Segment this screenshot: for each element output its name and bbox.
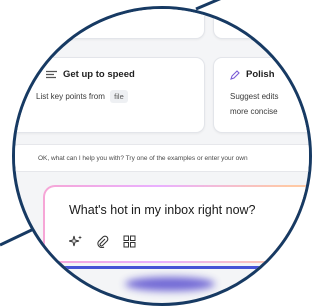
- card-body-line-1: Suggest edits: [230, 92, 279, 101]
- card-body-text: List key points from: [36, 92, 105, 101]
- composer-inner: What's hot in my inbox right now?: [45, 187, 309, 261]
- card-header: Polish: [230, 69, 275, 80]
- sparkle-icon[interactable]: [69, 235, 82, 248]
- pen-icon: [230, 69, 240, 80]
- list-icon: [46, 70, 57, 79]
- attach-icon[interactable]: [96, 235, 109, 248]
- bottom-glow: [125, 277, 215, 291]
- card-title: Get up to speed: [63, 69, 135, 80]
- suggestion-card-polish[interactable]: Polish Suggest edits more concise: [213, 57, 309, 133]
- file-chip[interactable]: file: [110, 90, 128, 103]
- card-body: Suggest edits more concise: [230, 89, 278, 119]
- suggestion-card-top-left[interactable]: [33, 9, 205, 39]
- prompt-composer[interactable]: What's hot in my inbox right now?: [43, 185, 309, 263]
- card-header: Get up to speed: [46, 69, 135, 80]
- hint-banner: OK, what can I help you with? Try one of…: [15, 144, 309, 172]
- grid-add-icon[interactable]: [123, 235, 136, 248]
- card-title: Polish: [246, 69, 275, 80]
- composer-toolbar: [69, 235, 136, 248]
- prompt-input[interactable]: What's hot in my inbox right now?: [69, 203, 256, 217]
- card-body-line-2: more concise: [230, 107, 278, 116]
- magnifier-lens: Get up to speed List key points from fil…: [12, 6, 312, 306]
- composer-accent-bar: [49, 266, 309, 269]
- card-body: List key points from file: [36, 89, 128, 104]
- suggestion-card-top-right[interactable]: [213, 9, 309, 39]
- suggestion-card-get-up-to-speed[interactable]: Get up to speed List key points from fil…: [15, 57, 205, 133]
